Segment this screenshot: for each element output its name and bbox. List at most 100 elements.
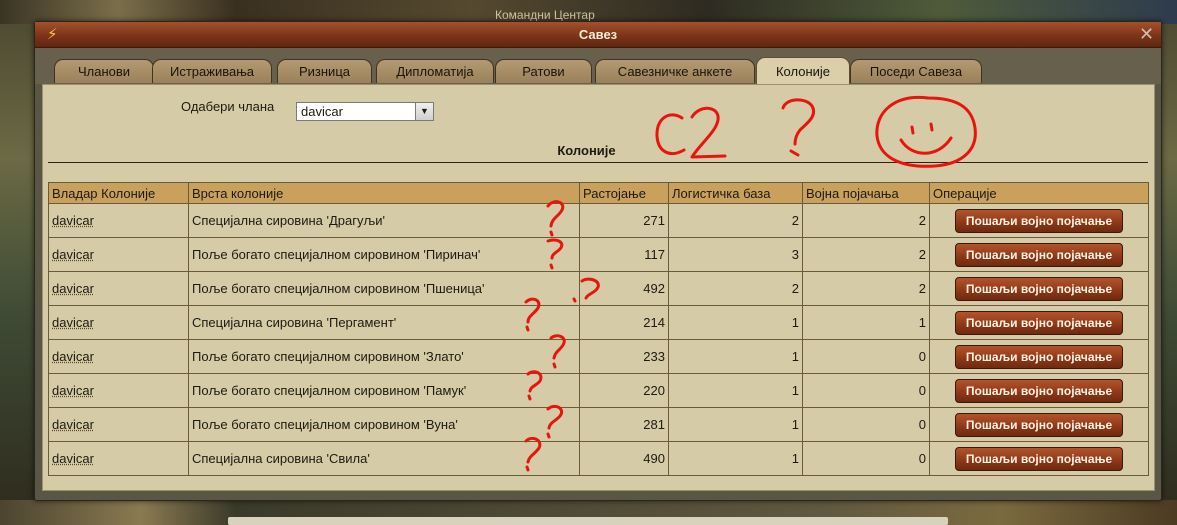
cell-owner: davicar bbox=[48, 373, 189, 408]
cell-logistics: 1 bbox=[668, 305, 803, 340]
cell-owner: davicar bbox=[48, 237, 189, 272]
cell-type: Поље богато специјалном сировином 'Пшени… bbox=[188, 271, 580, 306]
send-reinforcement-button[interactable]: Пошаљи војно појачање bbox=[955, 344, 1123, 369]
cell-type: Специјална сировина 'Пергамент' bbox=[188, 305, 580, 340]
cell-operations: Пошаљи војно појачање bbox=[929, 237, 1149, 272]
owner-link[interactable]: davicar bbox=[52, 349, 94, 364]
send-reinforcement-button[interactable]: Пошаљи војно појачање bbox=[955, 242, 1123, 267]
cell-distance: 214 bbox=[579, 305, 669, 340]
cell-type: Поље богато специјалном сировином 'Вуна' bbox=[188, 407, 580, 442]
cell-logistics: 2 bbox=[668, 271, 803, 306]
cell-logistics: 3 bbox=[668, 237, 803, 272]
cell-logistics: 1 bbox=[668, 441, 803, 476]
column-header-reinforcements: Војна појачања bbox=[802, 182, 930, 204]
cell-distance: 220 bbox=[579, 373, 669, 408]
cell-type: Поље богато специјалном сировином 'Памук… bbox=[188, 373, 580, 408]
tab-alliance-polls[interactable]: Савезничке анкете bbox=[595, 59, 755, 83]
member-select-value: davicar bbox=[301, 104, 343, 119]
cell-distance: 271 bbox=[579, 203, 669, 238]
cell-distance: 492 bbox=[579, 271, 669, 306]
cell-operations: Пошаљи војно појачање bbox=[929, 441, 1149, 476]
tab-bar: Чланови Истраживања Ризница Дипломатија … bbox=[35, 48, 1161, 85]
cell-owner: davicar bbox=[48, 305, 189, 340]
cell-operations: Пошаљи војно појачање bbox=[929, 271, 1149, 306]
cell-distance: 281 bbox=[579, 407, 669, 442]
cell-reinforcements: 1 bbox=[802, 305, 930, 340]
cell-reinforcements: 0 bbox=[802, 373, 930, 408]
member-select-label: Одабери члана bbox=[181, 99, 275, 114]
table-row: davicar Поље богато специјалном сировино… bbox=[48, 407, 1149, 442]
cell-reinforcements: 0 bbox=[802, 441, 930, 476]
cell-logistics: 1 bbox=[668, 407, 803, 442]
owner-link[interactable]: davicar bbox=[52, 247, 94, 262]
column-header-operations: Операције bbox=[929, 182, 1149, 204]
window-title: Савез bbox=[578, 27, 618, 42]
cell-distance: 117 bbox=[579, 237, 669, 272]
cell-type: Поље богато специјалном сировином 'Злато… bbox=[188, 339, 580, 374]
cell-type: Поље богато специјалном сировином 'Пирин… bbox=[188, 237, 580, 272]
table-row: davicar Поље богато специјалном сировино… bbox=[48, 237, 1149, 272]
column-header-distance: Растојање bbox=[579, 182, 669, 204]
tab-colonies[interactable]: Колоније bbox=[756, 57, 850, 85]
owner-link[interactable]: davicar bbox=[52, 213, 94, 228]
owner-link[interactable]: davicar bbox=[52, 315, 94, 330]
cell-operations: Пошаљи војно појачање bbox=[929, 203, 1149, 238]
cell-logistics: 1 bbox=[668, 339, 803, 374]
send-reinforcement-button[interactable]: Пошаљи војно појачање bbox=[955, 276, 1123, 301]
send-reinforcement-button[interactable]: Пошаљи војно појачање bbox=[955, 310, 1123, 335]
send-reinforcement-button[interactable]: Пошаљи војно појачање bbox=[955, 378, 1123, 403]
table-row: davicar Поље богато специјалном сировино… bbox=[48, 271, 1149, 306]
cell-distance: 490 bbox=[579, 441, 669, 476]
cell-type: Специјална сировина 'Свила' bbox=[188, 441, 580, 476]
colonies-panel: Одабери члана davicar ▼ Колоније Владар … bbox=[42, 84, 1155, 491]
column-header-owner: Владар Колоније bbox=[48, 182, 189, 204]
tab-members[interactable]: Чланови bbox=[54, 59, 154, 83]
tab-diplomacy[interactable]: Дипломатија bbox=[376, 59, 494, 83]
section-title: Колоније bbox=[557, 143, 616, 158]
table-row: davicar Поље богато специјалном сировино… bbox=[48, 373, 1149, 408]
alliance-window: ⚡ Савез ✕ Чланови Истраживања Ризница Ди… bbox=[34, 21, 1162, 501]
cell-operations: Пошаљи војно појачање bbox=[929, 407, 1149, 442]
tab-alliance-holdings[interactable]: Поседи Савеза bbox=[850, 59, 982, 83]
game-bottom-bar bbox=[228, 517, 948, 525]
game-window-title: Командни Центар bbox=[495, 8, 595, 22]
cell-operations: Пошаљи војно појачање bbox=[929, 305, 1149, 340]
tab-treasury[interactable]: Ризница bbox=[277, 59, 372, 83]
window-titlebar[interactable]: ⚡ Савез ✕ bbox=[35, 22, 1161, 48]
close-icon[interactable]: ✕ bbox=[1139, 24, 1154, 45]
cell-reinforcements: 2 bbox=[802, 237, 930, 272]
cell-operations: Пошаљи војно појачање bbox=[929, 373, 1149, 408]
colonies-table: Владар Колоније Врста колоније Растојање… bbox=[48, 182, 1149, 476]
cell-owner: davicar bbox=[48, 339, 189, 374]
cell-operations: Пошаљи војно појачање bbox=[929, 339, 1149, 374]
cell-owner: davicar bbox=[48, 407, 189, 442]
cell-owner: davicar bbox=[48, 441, 189, 476]
send-reinforcement-button[interactable]: Пошаљи војно појачање bbox=[955, 208, 1123, 233]
cell-reinforcements: 2 bbox=[802, 203, 930, 238]
cell-logistics: 1 bbox=[668, 373, 803, 408]
cell-owner: davicar bbox=[48, 203, 189, 238]
section-divider bbox=[48, 162, 1148, 163]
chevron-down-icon[interactable]: ▼ bbox=[415, 103, 433, 120]
table-row: davicar Поље богато специјалном сировино… bbox=[48, 339, 1149, 374]
cell-logistics: 2 bbox=[668, 203, 803, 238]
cell-type: Специјална сировина 'Драгуљи' bbox=[188, 203, 580, 238]
owner-link[interactable]: davicar bbox=[52, 451, 94, 466]
owner-link[interactable]: davicar bbox=[52, 281, 94, 296]
tab-wars[interactable]: Ратови bbox=[495, 59, 592, 83]
table-row: davicar Специјална сировина 'Свила' 490 … bbox=[48, 441, 1149, 476]
member-select[interactable]: davicar ▼ bbox=[296, 102, 434, 121]
send-reinforcement-button[interactable]: Пошаљи војно појачање bbox=[955, 446, 1123, 471]
send-reinforcement-button[interactable]: Пошаљи војно појачање bbox=[955, 412, 1123, 437]
column-header-logistics: Логистичка база bbox=[668, 182, 803, 204]
owner-link[interactable]: davicar bbox=[52, 417, 94, 432]
cell-distance: 233 bbox=[579, 339, 669, 374]
cell-reinforcements: 2 bbox=[802, 271, 930, 306]
column-header-type: Врста колоније bbox=[188, 182, 580, 204]
cell-owner: davicar bbox=[48, 271, 189, 306]
tab-research[interactable]: Истраживања bbox=[152, 59, 272, 83]
table-row: davicar Специјална сировина 'Пергамент' … bbox=[48, 305, 1149, 340]
table-row: davicar Специјална сировина 'Драгуљи' 27… bbox=[48, 203, 1149, 238]
owner-link[interactable]: davicar bbox=[52, 383, 94, 398]
cell-reinforcements: 0 bbox=[802, 339, 930, 374]
